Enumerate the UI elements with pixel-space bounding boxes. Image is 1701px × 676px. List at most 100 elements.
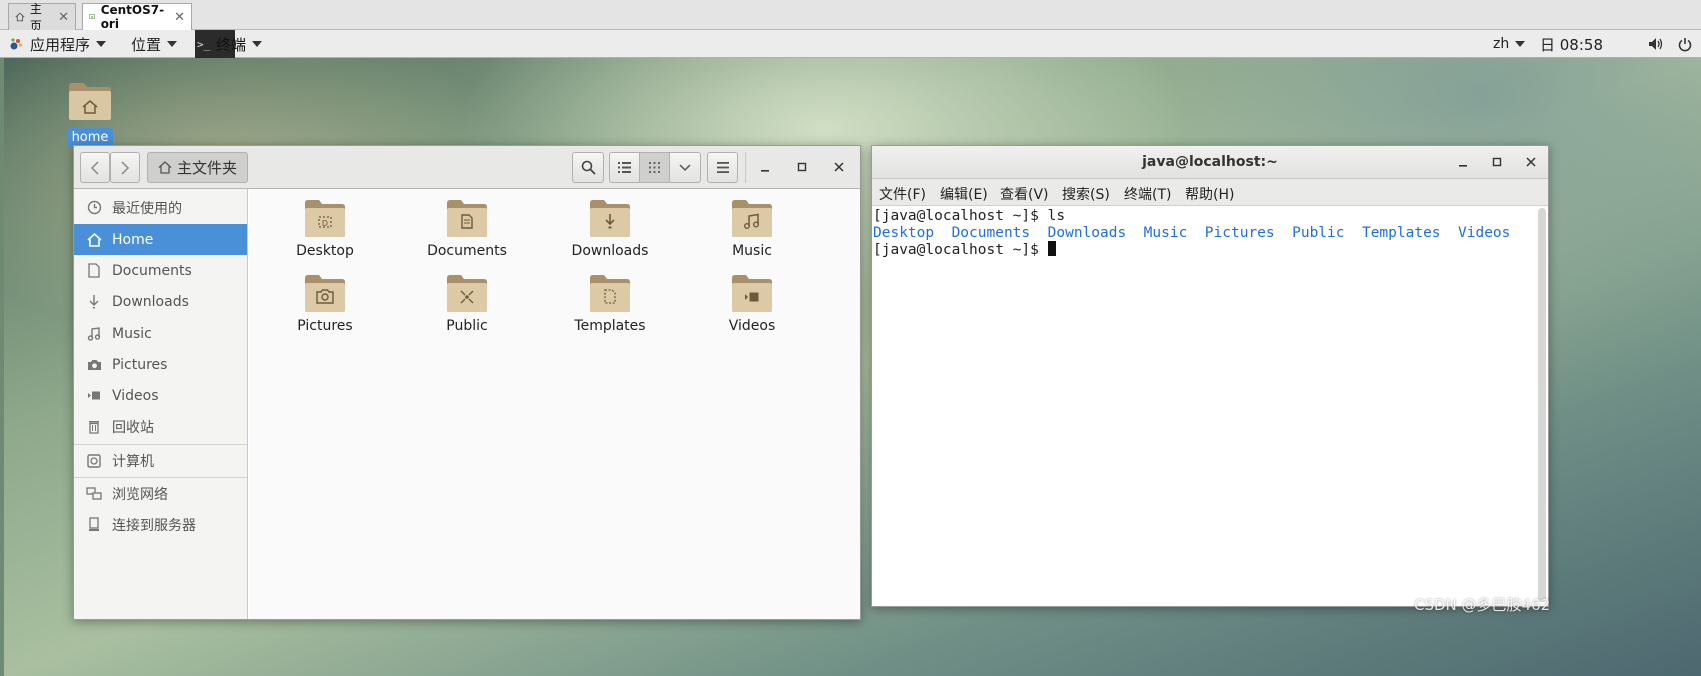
ls-entry: Public	[1292, 224, 1345, 241]
terminal-output[interactable]: [java@localhost ~]$ ls Desktop Documents…	[872, 206, 1537, 606]
vm-tab-home[interactable]: 主页 ✕	[8, 2, 76, 33]
close-button[interactable]	[826, 154, 852, 180]
vm-tab-centos[interactable]: CentOS7-ori ✕	[82, 3, 192, 31]
forward-button[interactable]	[110, 152, 140, 183]
close-icon[interactable]: ✕	[58, 10, 69, 25]
minimize-button[interactable]	[1450, 149, 1476, 175]
sidebar-item-home[interactable]: Home	[74, 224, 247, 255]
ls-entry: Downloads	[1047, 224, 1127, 241]
folder-music[interactable]: Music	[692, 198, 812, 259]
menu-search[interactable]: 搜索(S)	[1062, 184, 1110, 204]
file-grid: D Desktop Documents Downloads Music Pict…	[249, 189, 860, 619]
folder-pictures[interactable]: Pictures	[265, 273, 385, 334]
folder-label: Public	[446, 318, 488, 334]
menu-help[interactable]: 帮助(H)	[1185, 184, 1234, 204]
folder-documents[interactable]: Documents	[407, 198, 527, 259]
menu-edit[interactable]: 编辑(E)	[940, 184, 988, 204]
music-icon	[85, 325, 103, 343]
menu-file[interactable]: 文件(F)	[879, 184, 926, 204]
terminal-titlebar[interactable]: java@localhost:~	[872, 146, 1548, 179]
clock[interactable]: 日 08:58	[1540, 30, 1603, 58]
maximize-icon	[797, 162, 807, 172]
volume-icon[interactable]	[1648, 30, 1664, 58]
shell-prompt: [java@localhost ~]$	[873, 242, 1048, 258]
sidebar-item-connect-server[interactable]: 连接到服务器	[74, 509, 247, 540]
menu-button[interactable]	[707, 152, 738, 183]
terminal-scrollbar[interactable]	[1538, 208, 1546, 602]
view-options-button[interactable]	[669, 152, 701, 183]
sidebar-item-downloads[interactable]: Downloads	[74, 286, 247, 317]
path-bar-home-button[interactable]: 主文件夹	[147, 152, 248, 183]
shell-command: ls	[1047, 208, 1066, 224]
maximize-button[interactable]	[1484, 149, 1510, 175]
shell-prompt: [java@localhost ~]$	[873, 208, 1048, 224]
close-button[interactable]	[1518, 149, 1544, 175]
menu-view[interactable]: 查看(V)	[1000, 184, 1049, 204]
sidebar-item-label: Home	[112, 231, 154, 248]
folder-label: Pictures	[297, 318, 353, 334]
folder-label: Documents	[427, 243, 507, 259]
folder-public[interactable]: Public	[407, 273, 527, 334]
places-menu[interactable]: 位置	[131, 30, 178, 58]
close-icon	[1526, 157, 1536, 167]
menu-terminal[interactable]: 终端(T)	[1124, 184, 1171, 204]
hamburger-menu-icon	[716, 162, 729, 173]
sidebar-item-documents[interactable]: Documents	[74, 255, 247, 286]
folder-label: Templates	[574, 318, 646, 334]
sidebar-item-label: Documents	[112, 262, 192, 279]
sidebar-item-music[interactable]: Music	[74, 318, 247, 349]
list-view-icon	[618, 162, 631, 173]
places-sidebar: 最近使用的 Home Documents Downloads Music Pic…	[74, 189, 248, 619]
templates-folder-icon	[590, 275, 630, 312]
folder-videos[interactable]: Videos	[692, 273, 812, 334]
chevron-down-icon	[252, 41, 263, 47]
sidebar-item-pictures[interactable]: Pictures	[74, 349, 247, 380]
document-icon	[85, 262, 103, 280]
clock-icon	[85, 199, 103, 217]
text-cursor	[1047, 241, 1056, 256]
ls-entry: Documents	[951, 224, 1031, 241]
terminal-line: [java@localhost ~]$ ls	[873, 208, 1537, 225]
applications-menu[interactable]: 应用程序	[9, 30, 107, 58]
power-icon[interactable]	[1678, 30, 1692, 58]
minimize-icon	[1459, 165, 1467, 167]
input-method-label: zh	[1493, 36, 1510, 52]
file-manager-headerbar: 主文件夹	[74, 146, 860, 189]
sidebar-item-label: Pictures	[112, 356, 168, 373]
back-button[interactable]	[80, 152, 110, 183]
folder-label: Videos	[728, 318, 776, 334]
search-icon	[581, 160, 596, 175]
grid-view-button[interactable]	[639, 152, 670, 183]
sidebar-item-label: Music	[112, 325, 152, 342]
maximize-button[interactable]	[789, 154, 815, 180]
list-view-button[interactable]	[609, 152, 640, 183]
minimize-button[interactable]	[752, 154, 778, 180]
ls-entry: Music	[1143, 224, 1188, 241]
trash-icon	[85, 418, 103, 436]
path-label: 主文件夹	[177, 159, 238, 177]
sidebar-item-videos[interactable]: Videos	[74, 380, 247, 411]
close-icon	[834, 162, 844, 172]
ls-entry: Pictures	[1204, 224, 1275, 241]
search-button[interactable]	[572, 152, 604, 183]
clock-label: 日 08:58	[1540, 35, 1603, 54]
chevron-down-icon	[1515, 41, 1526, 47]
sidebar-item-label: 浏览网络	[112, 486, 168, 503]
sidebar-item-recent[interactable]: 最近使用的	[74, 192, 247, 223]
close-icon[interactable]: ✕	[174, 10, 185, 25]
home-icon	[85, 231, 103, 249]
downloads-folder-icon	[590, 200, 630, 237]
terminal-app-menu[interactable]: 终端	[216, 30, 263, 58]
sidebar-item-label: 最近使用的	[112, 200, 182, 217]
sidebar-item-computer[interactable]: 计算机	[74, 445, 247, 476]
folder-templates[interactable]: Templates	[550, 273, 670, 334]
input-method-menu[interactable]: zh	[1493, 30, 1526, 58]
desktop-home-icon[interactable]: home	[66, 80, 114, 147]
home-icon	[158, 161, 172, 174]
sidebar-item-trash[interactable]: 回收站	[74, 411, 247, 442]
sidebar-item-browse-network[interactable]: 浏览网络	[74, 478, 247, 509]
folder-downloads[interactable]: Downloads	[550, 198, 670, 259]
music-folder-icon	[732, 200, 772, 237]
server-icon	[85, 516, 103, 534]
folder-desktop[interactable]: D Desktop	[265, 198, 385, 259]
